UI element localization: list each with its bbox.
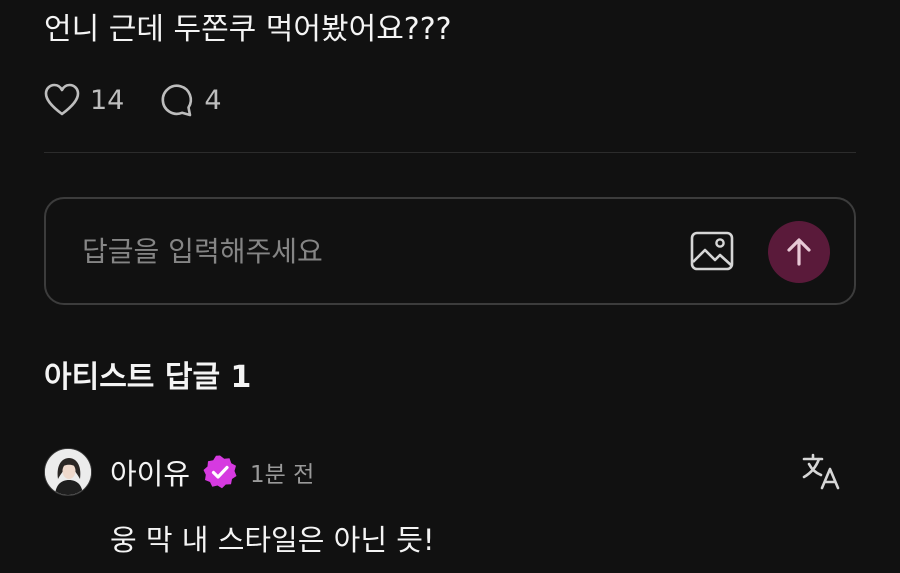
translate-button[interactable] [802,452,842,490]
arrow-up-icon [787,238,811,266]
translate-icon [802,453,840,490]
send-button[interactable] [768,221,830,283]
author-name[interactable]: 아이유 [110,451,190,493]
post-actions: 14 4 [44,80,222,120]
post-detail-page: 언니 근데 두쫀쿠 먹어봤어요??? 14 4 답글을 입력해주세요 아티스트 … [0,0,900,573]
reply-timestamp: 1분 전 [250,462,315,488]
reply-box [44,197,856,305]
like-button[interactable]: 14 [44,83,124,117]
reply-input[interactable] [82,229,642,273]
reply-text: 웅 막 내 스타일은 아닌 듯! [110,523,435,557]
comment-count: 4 [204,84,222,116]
artist-replies-title: 아티스트 답글 1 [44,360,252,395]
like-count: 14 [90,84,125,116]
comment-button[interactable]: 4 [158,82,222,118]
avatar-image [45,449,91,495]
attach-image-button[interactable] [690,231,734,271]
verified-badge-icon [203,455,237,489]
reply-author-row: 아이유 1분 전 [110,450,314,494]
image-icon [690,231,734,271]
divider [44,152,856,153]
comment-icon [161,84,193,117]
avatar[interactable] [44,448,92,496]
heart-icon [44,83,80,116]
post-text: 언니 근데 두쫀쿠 먹어봤어요??? [44,12,452,47]
